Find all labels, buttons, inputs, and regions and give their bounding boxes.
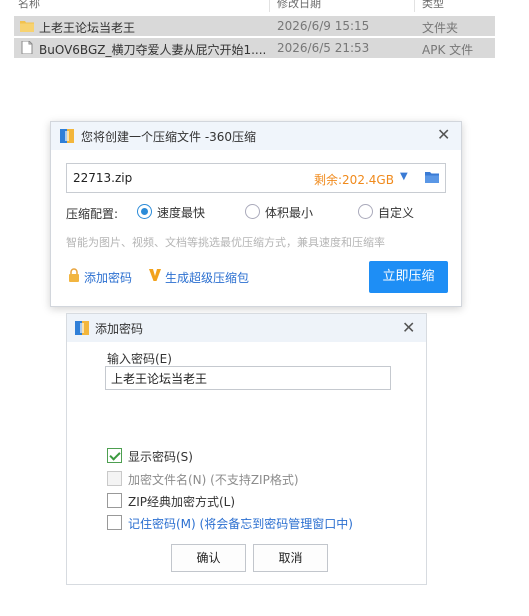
compress-now-button[interactable]: 立即压缩 [369, 261, 448, 293]
cancel-button[interactable]: 取消 [253, 544, 328, 572]
radio-label: 速度最快 [157, 206, 206, 220]
file-icon [21, 41, 33, 54]
radio-button[interactable] [137, 204, 152, 219]
file-row[interactable]: BuOV6BGZ_横刀夺爱人妻从屁穴开始1.... 2026/6/5 21:53… [14, 38, 495, 58]
checkbox [107, 471, 122, 486]
ok-button[interactable]: 确认 [171, 544, 246, 572]
checkbox[interactable] [107, 493, 122, 508]
archive-path-input[interactable] [71, 170, 295, 186]
super-pack-icon [149, 269, 161, 281]
super-pack-link[interactable]: 生成超级压缩包 [165, 269, 249, 286]
add-password-link[interactable]: 添加密码 [84, 269, 132, 286]
dialog-title-bar[interactable]: 添加密码 ✕ [67, 314, 426, 342]
radio-button[interactable] [245, 204, 260, 219]
file-name: BuOV6BGZ_横刀夺爱人妻从屁穴开始1.... [39, 43, 267, 57]
free-space-label: 剩余:202.4GB [314, 173, 394, 187]
column-header-type[interactable]: 类型 [422, 0, 444, 11]
compress-dialog: 您将创建一个压缩文件 -360压缩 ✕ 剩余:202.4GB ▼ 压缩配置: 速… [50, 121, 462, 307]
360-zip-app-icon [75, 321, 89, 335]
lock-icon [69, 268, 79, 282]
checkbox-label: ZIP经典加密方式(L) [128, 495, 236, 509]
file-explorer-list: 名称 修改日期 类型 上老王论坛当老王 2026/6/9 15:15 文件夹 B… [14, 0, 495, 60]
column-header-name[interactable]: 名称 [18, 0, 40, 11]
file-date: 2026/6/9 15:15 [277, 19, 370, 33]
compress-hint: 智能为图片、视频、文档等挑选最优压缩方式，兼具速度和压缩率 [66, 236, 385, 249]
password-dialog: 添加密码 ✕ 输入密码(E) 显示密码(S) 加密文件名(N) (不支持ZIP格… [66, 313, 427, 585]
column-header-row: 名称 修改日期 类型 [14, 0, 495, 14]
checkbox[interactable] [107, 515, 122, 530]
browse-folder-icon[interactable] [424, 169, 440, 185]
checkbox-label: 显示密码(S) [128, 450, 193, 464]
dialog-title: 您将创建一个压缩文件 -360压缩 [81, 130, 257, 144]
checkbox-label: 记住密码(M) (将会备忘到密码管理窗口中) [128, 517, 353, 531]
file-date: 2026/6/5 21:53 [277, 41, 370, 55]
file-type: APK 文件 [422, 43, 474, 57]
close-icon[interactable]: ✕ [437, 125, 450, 144]
chevron-down-icon[interactable]: ▼ [400, 171, 408, 182]
column-divider[interactable] [414, 0, 415, 12]
360-zip-app-icon [60, 129, 74, 143]
file-name: 上老王论坛当老王 [39, 21, 136, 35]
checkbox-label: 加密文件名(N) (不支持ZIP格式) [128, 473, 299, 487]
radio-label: 自定义 [378, 206, 415, 220]
radio-label: 体积最小 [265, 206, 314, 220]
dialog-title-bar[interactable]: 您将创建一个压缩文件 -360压缩 ✕ [51, 122, 461, 150]
password-field[interactable] [105, 366, 391, 390]
folder-icon [20, 21, 34, 32]
file-type: 文件夹 [422, 21, 459, 35]
checkbox[interactable] [107, 448, 122, 463]
close-icon[interactable]: ✕ [402, 318, 415, 337]
column-divider[interactable] [269, 0, 270, 12]
compress-config-label: 压缩配置: [66, 207, 119, 221]
file-row[interactable]: 上老王论坛当老王 2026/6/9 15:15 文件夹 [14, 16, 495, 36]
archive-path-field[interactable]: 剩余:202.4GB ▼ [66, 163, 446, 193]
column-header-date[interactable]: 修改日期 [277, 0, 321, 11]
password-input-label: 输入密码(E) [107, 352, 172, 366]
radio-button[interactable] [358, 204, 373, 219]
dialog-title: 添加密码 [95, 322, 144, 336]
password-input[interactable] [109, 370, 383, 386]
